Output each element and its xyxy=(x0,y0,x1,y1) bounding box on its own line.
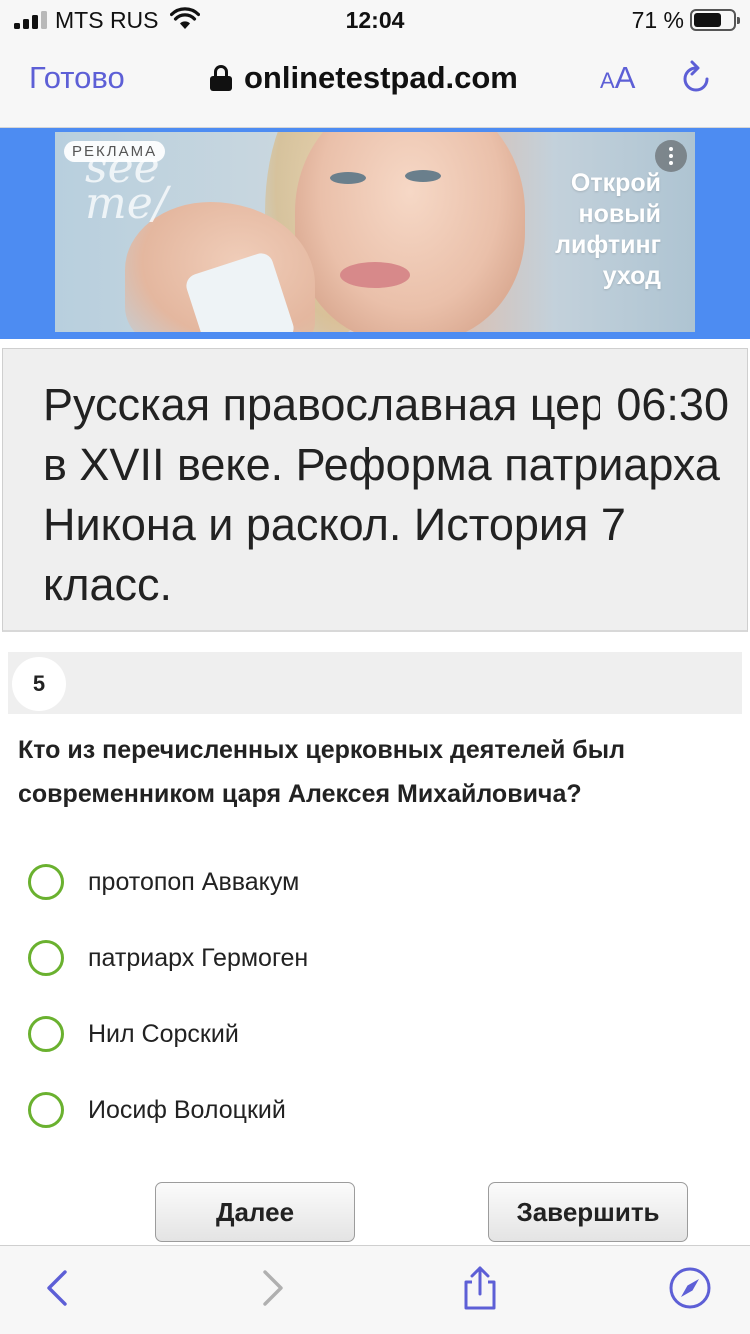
text-size-button[interactable]: AA xyxy=(600,60,635,96)
answer-option[interactable]: протопоп Аввакум xyxy=(28,852,718,912)
question-number-bar: 5 xyxy=(8,652,742,714)
radio-button[interactable] xyxy=(28,1092,64,1128)
timer: 06:30 xyxy=(600,375,729,435)
done-button[interactable]: Готово xyxy=(29,60,125,96)
reload-icon[interactable] xyxy=(678,59,714,99)
browser-top-bar: Готово onlinetestpad.com AA xyxy=(0,40,750,128)
forward-icon[interactable] xyxy=(250,1266,294,1310)
ad-banner: see me/ РЕКЛАМА Открой новый лифтинг ухо… xyxy=(0,128,750,339)
url-text: onlinetestpad.com xyxy=(244,60,518,95)
answer-option[interactable]: патриарх Гермоген xyxy=(28,928,718,988)
safari-compass-icon[interactable] xyxy=(668,1266,712,1310)
answer-option-label: Иосиф Волоцкий xyxy=(88,1095,286,1124)
browser-bottom-toolbar xyxy=(0,1245,750,1334)
next-button[interactable]: Далее xyxy=(155,1182,355,1242)
test-header: Русская православная церковь в XVII веке… xyxy=(2,348,748,632)
share-icon[interactable] xyxy=(458,1266,502,1310)
lock-icon xyxy=(210,65,232,91)
answer-option-label: протопоп Аввакум xyxy=(88,867,300,896)
address-bar[interactable]: onlinetestpad.com xyxy=(210,58,518,98)
ad-image[interactable]: see me/ РЕКЛАМА Открой новый лифтинг ухо… xyxy=(55,132,695,332)
radio-button[interactable] xyxy=(28,1016,64,1052)
battery-icon xyxy=(690,9,740,31)
finish-button[interactable]: Завершить xyxy=(488,1182,688,1242)
answer-option-label: патриарх Гермоген xyxy=(88,943,309,972)
radio-button[interactable] xyxy=(28,940,64,976)
ad-label: РЕКЛАМА xyxy=(64,141,166,162)
answer-option[interactable]: Иосиф Волоцкий xyxy=(28,1080,718,1140)
back-icon[interactable] xyxy=(36,1266,80,1310)
question-text: Кто из перечисленных церковных деятелей … xyxy=(18,736,625,808)
question-number: 5 xyxy=(12,657,66,711)
ad-headline: Открой новый лифтинг уход xyxy=(555,169,661,290)
status-bar: MTS RUS 12:04 71 % xyxy=(0,0,750,40)
battery-percent: 71 % xyxy=(631,7,684,33)
radio-button[interactable] xyxy=(28,864,64,900)
answer-option[interactable]: Нил Сорский xyxy=(28,1004,718,1064)
answer-option-label: Нил Сорский xyxy=(88,1019,239,1048)
